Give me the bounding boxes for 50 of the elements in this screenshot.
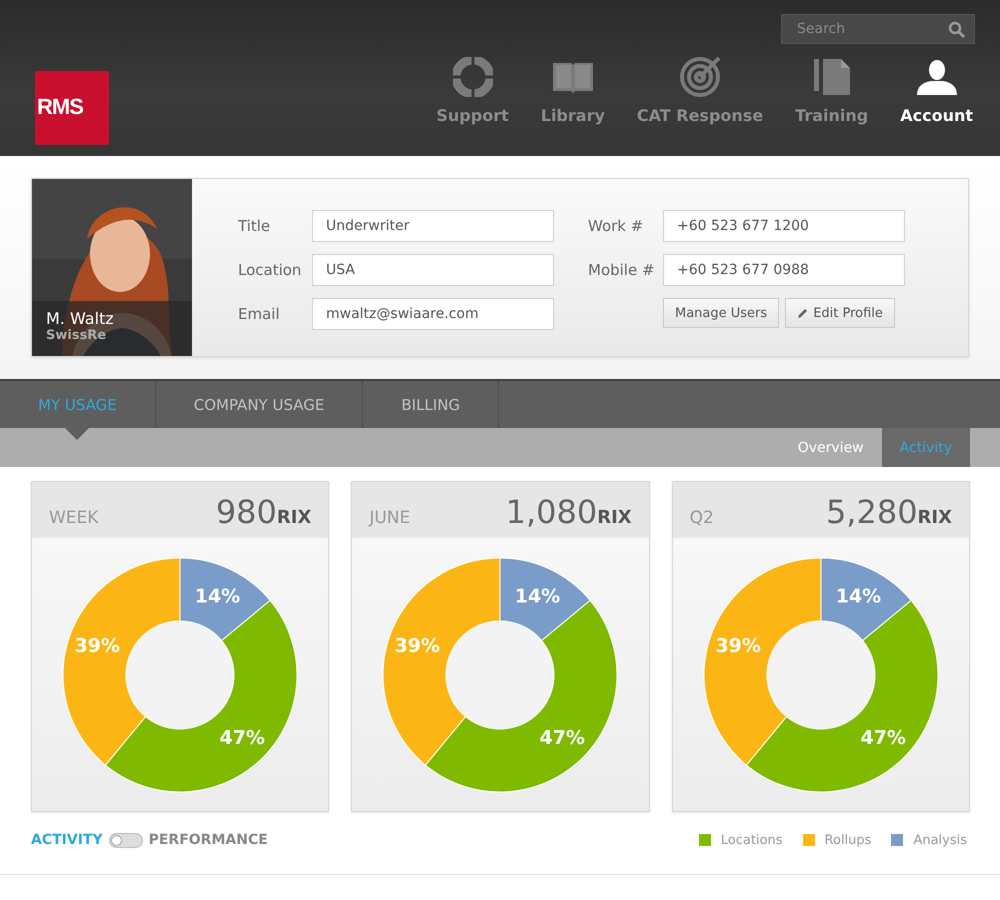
field-label: Email [238, 305, 281, 323]
usage-amount: 1,080RIX [506, 496, 632, 528]
field-label: Location [238, 261, 302, 279]
company-name: SwissRe [46, 328, 108, 343]
slice-label: 14% [836, 584, 882, 607]
nav-item[interactable]: CAT Response [636, 56, 764, 125]
search-icon [948, 21, 965, 38]
manage-button[interactable]: Manage Users [663, 298, 780, 328]
input-field[interactable]: +60 523 677 0988 [663, 254, 905, 286]
period-label: JUNE [369, 508, 410, 528]
nav-item[interactable]: Account [900, 56, 973, 125]
toggle-label: PERFORMANCE [148, 832, 268, 848]
toggle-switch[interactable] [108, 832, 143, 848]
slice-label: 39% [394, 634, 440, 657]
input-field[interactable]: +60 523 677 1200 [663, 210, 905, 242]
slice-label: 39% [74, 634, 120, 657]
period-label: WEEK [49, 508, 98, 528]
subtab[interactable]: Overview [780, 428, 882, 467]
legend-label: Locations [720, 832, 783, 848]
slice-label: 14% [194, 584, 240, 607]
input-field[interactable]: mwaltz@swiaare.com [312, 298, 554, 330]
edit-button[interactable]: Edit Profile [785, 298, 895, 328]
input-field[interactable]: USA [312, 254, 554, 286]
slice-label: 14% [515, 584, 561, 607]
input-field[interactable]: Underwriter [312, 210, 554, 242]
slice-label: 39% [715, 634, 761, 657]
legend-label: Rollups [824, 832, 872, 848]
slice-label: 47% [540, 726, 586, 749]
slice-label: 47% [860, 726, 906, 749]
lifebuoy-icon [452, 57, 493, 97]
nav-item[interactable]: Support [436, 56, 509, 125]
legend-label: Analysis [913, 832, 967, 848]
pencil-icon [797, 307, 810, 319]
logo: RMS [35, 71, 109, 145]
toggle-label: ACTIVITY [31, 832, 103, 848]
slice-label: 47% [220, 726, 266, 749]
field-label: Work # [588, 217, 644, 235]
user-name: M. Waltz [46, 309, 115, 328]
usage-amount: 980RIX [216, 496, 312, 528]
field-label: Mobile # [588, 261, 656, 279]
search-field[interactable]: Search [781, 14, 975, 44]
radar-icon [679, 56, 722, 98]
nav-item[interactable]: Library [540, 56, 605, 125]
usage-amount: 5,280RIX [826, 496, 952, 528]
nav-item[interactable]: Training [795, 56, 868, 125]
field-label: Title [238, 217, 272, 235]
person-icon [916, 59, 957, 95]
document-icon [812, 57, 852, 97]
period-label: Q2 [690, 508, 714, 528]
subtab[interactable]: Activity [882, 428, 970, 467]
